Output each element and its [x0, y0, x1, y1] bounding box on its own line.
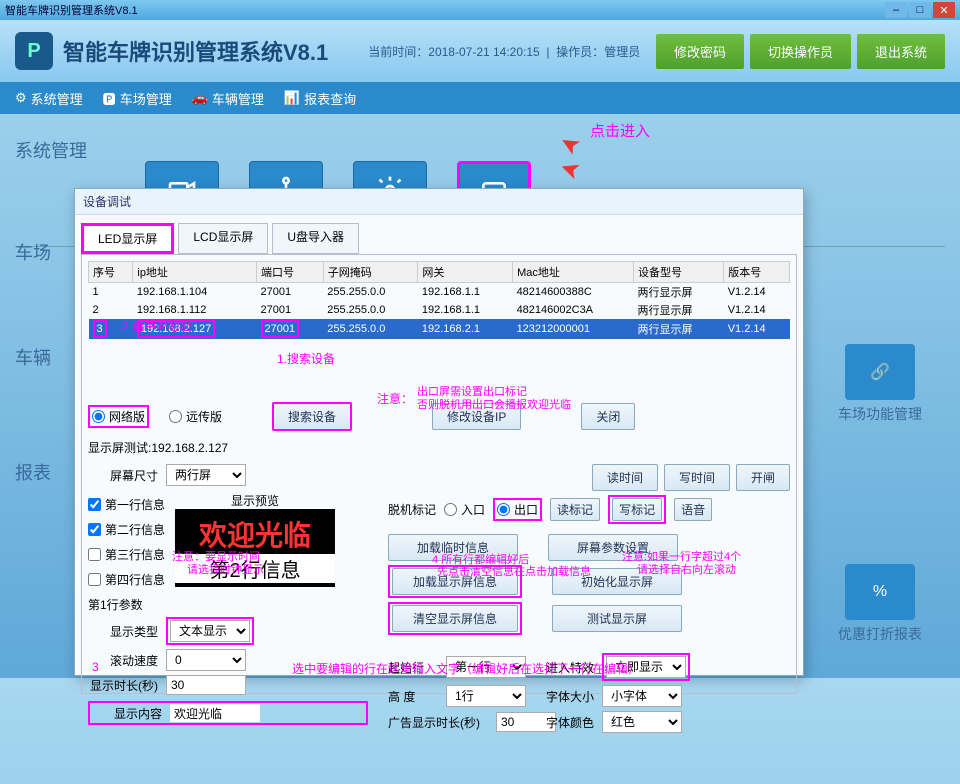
enter-effect-select[interactable]: 立即显示: [606, 656, 686, 678]
device-table[interactable]: 序号ip地址端口号子网掩码网关Mac地址设备型号版本号 1192.168.1.1…: [88, 261, 790, 339]
exit-system-button[interactable]: 退出系统: [857, 34, 945, 69]
height-select[interactable]: 1行: [446, 685, 526, 707]
screen-params-button[interactable]: 屏幕参数设置: [548, 534, 678, 561]
font-size-select[interactable]: 小字体: [602, 685, 682, 707]
read-time-button[interactable]: 读时间: [592, 464, 658, 491]
screen-size-select[interactable]: 两行屏: [166, 464, 246, 486]
table-row-selected[interactable]: 3192.168.2.12727001255.255.0.0192.168.2.…: [89, 319, 790, 339]
tab-udisk[interactable]: U盘导入器: [272, 223, 359, 254]
close-button[interactable]: ✕: [933, 2, 955, 18]
chk-line1[interactable]: 第一行信息: [88, 496, 165, 513]
chk-line2[interactable]: 第二行信息: [88, 521, 165, 538]
header-info: 当前时间：2018-07-21 14:20:15 | 操作员：管理员: [368, 43, 640, 60]
test-disp-button[interactable]: 测试显示屏: [552, 605, 682, 632]
tile-park-func[interactable]: 🔗 车场功能管理: [820, 344, 940, 424]
menu-report-query[interactable]: 📊 报表查询: [284, 89, 356, 108]
titlebar: 智能车牌识别管理系统V8.1 – □ ✕: [0, 0, 960, 20]
disp-type-select[interactable]: 文本显示: [170, 620, 250, 642]
menu-vehicle-mgmt[interactable]: 🚗 车辆管理: [192, 89, 264, 108]
start-line-select[interactable]: 第一行: [446, 656, 526, 678]
font-color-select[interactable]: 红色: [602, 711, 682, 733]
clear-disp-button[interactable]: 清空显示屏信息: [392, 605, 518, 632]
chk-line3[interactable]: 第三行信息: [88, 546, 165, 563]
table-row[interactable]: 2192.168.1.11227001255.255.0.0192.168.1.…: [89, 301, 790, 319]
header: P 智能车牌识别管理系统V8.1 当前时间：2018-07-21 14:20:1…: [0, 20, 960, 82]
tab-lcd[interactable]: LCD显示屏: [178, 223, 268, 254]
tab-led[interactable]: LED显示屏: [81, 223, 174, 254]
menu-system-mgmt[interactable]: ⚙ 系统管理: [15, 89, 83, 108]
switch-operator-button[interactable]: 切换操作员: [750, 34, 851, 69]
menubar: ⚙ 系统管理 🅿 车场管理 🚗 车辆管理 📊 报表查询: [0, 82, 960, 114]
section-vehicle: 车辆: [15, 344, 51, 370]
device-debug-dialog: 设备调试 LED显示屏 LCD显示屏 U盘导入器 序号ip地址端口号子网掩码网关…: [74, 188, 804, 676]
menu-parking-mgmt[interactable]: 🅿 车场管理: [103, 89, 172, 108]
load-temp-button[interactable]: 加载临时信息: [388, 534, 518, 561]
change-password-button[interactable]: 修改密码: [656, 34, 744, 69]
section-parking: 车场: [15, 239, 51, 265]
load-disp-button[interactable]: 加载显示屏信息: [392, 568, 518, 595]
close-dialog-button[interactable]: 关闭: [581, 403, 635, 430]
table-row[interactable]: 1192.168.1.10427001255.255.0.0192.168.1.…: [89, 283, 790, 302]
radio-exit[interactable]: 出口: [497, 501, 538, 518]
radio-remote[interactable]: 远传版: [169, 408, 222, 425]
preview-box: 欢迎光临 第2行信息: [175, 509, 335, 587]
modify-ip-button[interactable]: 修改设备IP: [432, 403, 521, 430]
radio-network[interactable]: 网络版: [88, 405, 149, 428]
search-device-button[interactable]: 搜索设备: [272, 402, 352, 431]
titlebar-title: 智能车牌识别管理系统V8.1: [5, 2, 138, 18]
disp-time-input[interactable]: [166, 675, 246, 695]
logo-icon: P: [15, 32, 53, 70]
init-disp-button[interactable]: 初始化显示屏: [552, 568, 682, 595]
open-gate-button[interactable]: 开闸: [736, 464, 790, 491]
tile-discount-report[interactable]: % 优惠打折报表: [820, 564, 940, 644]
app-title: 智能车牌识别管理系统V8.1: [63, 35, 328, 67]
dialog-title: 设备调试: [75, 189, 803, 215]
write-time-button[interactable]: 写时间: [664, 464, 730, 491]
maximize-button[interactable]: □: [909, 2, 931, 18]
section-report: 报表: [15, 459, 51, 485]
chk-line4[interactable]: 第四行信息: [88, 571, 165, 588]
percent-icon: %: [845, 564, 915, 620]
read-mark-button[interactable]: 读标记: [550, 498, 600, 521]
write-mark-button[interactable]: 写标记: [612, 498, 662, 521]
disp-content-input[interactable]: [170, 704, 260, 722]
voice-button[interactable]: 语音: [674, 498, 712, 521]
link-icon: 🔗: [845, 344, 915, 400]
radio-entry[interactable]: 入口: [444, 501, 485, 518]
scroll-speed-select[interactable]: 0: [166, 649, 246, 671]
minimize-button[interactable]: –: [885, 2, 907, 18]
